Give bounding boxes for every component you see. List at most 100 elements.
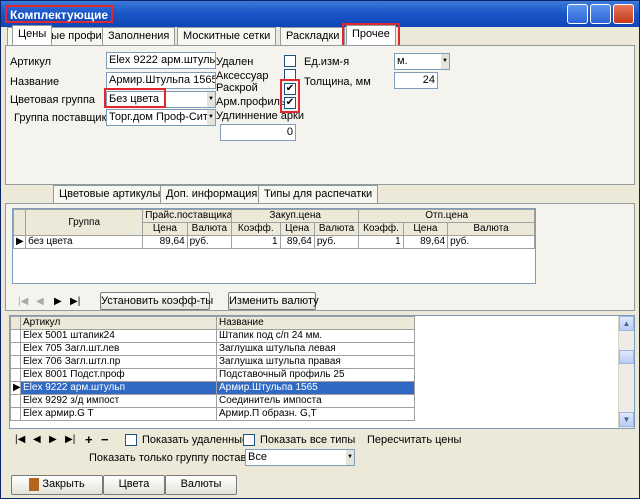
prior-record-icon[interactable]: ◀ (33, 434, 41, 445)
next-record-icon[interactable]: ▶ (49, 434, 57, 445)
price-group-cell[interactable]: без цвета (25, 235, 144, 249)
chevron-down-icon[interactable]: ▼ (207, 110, 215, 125)
recalc-prices-link[interactable]: Пересчитать цены (367, 434, 461, 446)
article-cell[interactable]: Elex 9222 арм.штульп (20, 381, 217, 395)
subtab-color-articles[interactable]: Цветовые артикулы (53, 185, 167, 203)
tab-layouts[interactable]: Раскладки (280, 27, 346, 45)
table-row[interactable]: Elex армир.G T Армир.П образн. G,T (10, 407, 415, 421)
deleted-checkbox[interactable] (284, 55, 296, 67)
purchase-price-cell[interactable]: 89,64 (279, 235, 315, 249)
unit-label: Ед.изм-я (304, 56, 350, 68)
maximize-icon[interactable] (590, 4, 611, 24)
supplier-group-label: Группа поставщика (14, 112, 113, 124)
price-column-header: Цена (402, 222, 449, 236)
list-scrollbar[interactable]: ▲ ▼ (618, 316, 634, 428)
name-field[interactable]: Армир.Штульпа 1565 (106, 72, 216, 89)
arc-extension-field[interactable]: 0 (220, 124, 296, 141)
next-record-icon[interactable]: ▶ (54, 296, 62, 307)
prior-record-icon[interactable]: ◀ (36, 296, 44, 307)
currency-column-header: Валюта (313, 222, 360, 236)
colors-button[interactable]: Цвета (103, 475, 165, 495)
subtab-print-types[interactable]: Типы для распечатки (258, 185, 379, 203)
chevron-down-icon[interactable]: ▼ (207, 92, 215, 107)
table-row[interactable]: Elex 706 Загл.штл.пр Заглушка штульпа пра… (10, 355, 415, 369)
price-grid[interactable]: Группа Прайс.поставщика Закуп.цена Отп.ц… (12, 208, 536, 284)
table-row[interactable]: Elex 5001 штапик24 Штапик под с/п 24 мм. (10, 329, 415, 343)
name-cell[interactable]: Подставочный профиль 25 (216, 368, 415, 382)
sale-price-cell[interactable]: 89,64 (402, 235, 449, 249)
purchase-currency-cell[interactable]: руб. (313, 235, 360, 249)
row-indicator (10, 368, 21, 382)
sale-currency-cell[interactable]: руб. (447, 235, 535, 249)
unit-select[interactable]: м. ▼ (394, 53, 450, 70)
name-cell[interactable]: Заглушка штульпа левая (216, 342, 415, 356)
last-record-icon[interactable]: ▶| (70, 296, 80, 307)
supplier-price-cell[interactable]: 89,64 (142, 235, 188, 249)
thickness-field[interactable]: 24 (394, 72, 438, 89)
accessory-label: Аксессуар (216, 70, 269, 82)
article-column-header[interactable]: Артикул (20, 316, 217, 330)
article-cell[interactable]: Elex 9292 з/д импост (20, 394, 217, 408)
chevron-down-icon[interactable]: ▼ (441, 54, 449, 69)
supplier-currency-cell[interactable]: руб. (186, 235, 233, 249)
show-all-types-label: Показать все типы (260, 434, 356, 446)
sale-coeff-cell[interactable]: 1 (358, 235, 404, 249)
table-row[interactable]: ▶ Elex 9222 арм.штульп Армир.Штульпа 1565 (10, 381, 415, 395)
add-record-icon[interactable]: + (85, 432, 93, 447)
close-button-label: Закрыть (42, 478, 85, 490)
color-group-label: Цветовая группа (10, 94, 96, 106)
table-row[interactable]: Elex 8001 Подст.проф Подставочный профиль… (10, 368, 415, 382)
purchase-price-header: Закуп.цена (231, 209, 360, 223)
article-cell[interactable]: Elex 8001 Подст.проф (20, 368, 217, 382)
form-panel: Артикул Elex 9222 арм.штульп Название Ар… (5, 45, 635, 185)
tab-other-highlight (342, 23, 400, 47)
subtab-extra-info[interactable]: Доп. информация (160, 185, 264, 203)
table-row[interactable]: Elex 9292 з/д импост Соединитель импоста (10, 394, 415, 408)
supplier-group-value: Торг.дом Проф-Сити (109, 111, 215, 123)
article-cell[interactable]: Elex армир.G T (20, 407, 217, 421)
first-record-icon[interactable]: |◀ (15, 434, 25, 445)
name-cell[interactable]: Соединитель импоста (216, 394, 415, 408)
row-indicator (10, 355, 21, 369)
article-field[interactable]: Elex 9222 арм.штульп (106, 52, 216, 69)
price-column-header: Цена (142, 222, 188, 236)
supplier-group-select[interactable]: Торг.дом Проф-Сити ▼ (106, 109, 216, 126)
close-button[interactable]: Закрыть (11, 475, 103, 495)
first-record-icon[interactable]: |◀ (18, 296, 28, 307)
table-row[interactable]: Elex 705 Загл.шт.лев Заглушка штульпа лев… (10, 342, 415, 356)
last-record-icon[interactable]: ▶| (65, 434, 75, 445)
tab-mosquito-nets[interactable]: Москитные сетки (177, 27, 277, 45)
close-window-icon[interactable] (613, 4, 634, 24)
articles-grid[interactable]: Артикул Название Elex 5001 штапик24 Штапи… (9, 315, 635, 429)
scroll-thumb[interactable] (619, 350, 634, 364)
minimize-icon[interactable] (567, 4, 588, 24)
name-cell[interactable]: Армир.П образн. G,T (216, 407, 415, 421)
scroll-down-icon[interactable]: ▼ (619, 412, 634, 427)
name-cell[interactable]: Штапик под с/п 24 мм. (216, 329, 415, 343)
article-cell[interactable]: Elex 706 Загл.штл.пр (20, 355, 217, 369)
purchase-coeff-cell[interactable]: 1 (231, 235, 281, 249)
unit-value: м. (397, 55, 408, 67)
supplier-filter-select[interactable]: Все ▼ (245, 449, 355, 466)
name-cell[interactable]: Заглушка штульпа правая (216, 355, 415, 369)
name-column-header[interactable]: Название (216, 316, 415, 330)
show-deleted-checkbox[interactable] (125, 434, 137, 446)
scroll-up-icon[interactable]: ▲ (619, 316, 634, 331)
name-cell[interactable]: Армир.Штульпа 1565 (216, 381, 415, 395)
chevron-down-icon[interactable]: ▼ (346, 450, 354, 465)
article-cell[interactable]: Elex 5001 штапик24 (20, 329, 217, 343)
checkbox-highlight (280, 79, 300, 113)
set-coeff-button[interactable]: Установить коэфф-ты (100, 292, 213, 310)
show-deleted-label: Показать удаленные (142, 434, 249, 446)
current-row-indicator-icon: ▶ (10, 381, 21, 395)
currencies-button[interactable]: Валюты (165, 475, 237, 495)
delete-record-icon[interactable]: − (101, 432, 109, 447)
subtab-prices[interactable]: Цены (12, 25, 53, 45)
color-group-highlight (104, 88, 166, 108)
table-row[interactable]: ▶ без цвета 89,64 руб. 1 89,64 руб. 1 89… (12, 235, 535, 249)
tab-fillings[interactable]: Заполнения (102, 27, 176, 45)
change-currency-button[interactable]: Изменить валюту (228, 292, 319, 310)
show-all-types-checkbox[interactable] (243, 434, 255, 446)
title-bar[interactable]: Комплектующие (1, 1, 639, 27)
article-cell[interactable]: Elex 705 Загл.шт.лев (20, 342, 217, 356)
